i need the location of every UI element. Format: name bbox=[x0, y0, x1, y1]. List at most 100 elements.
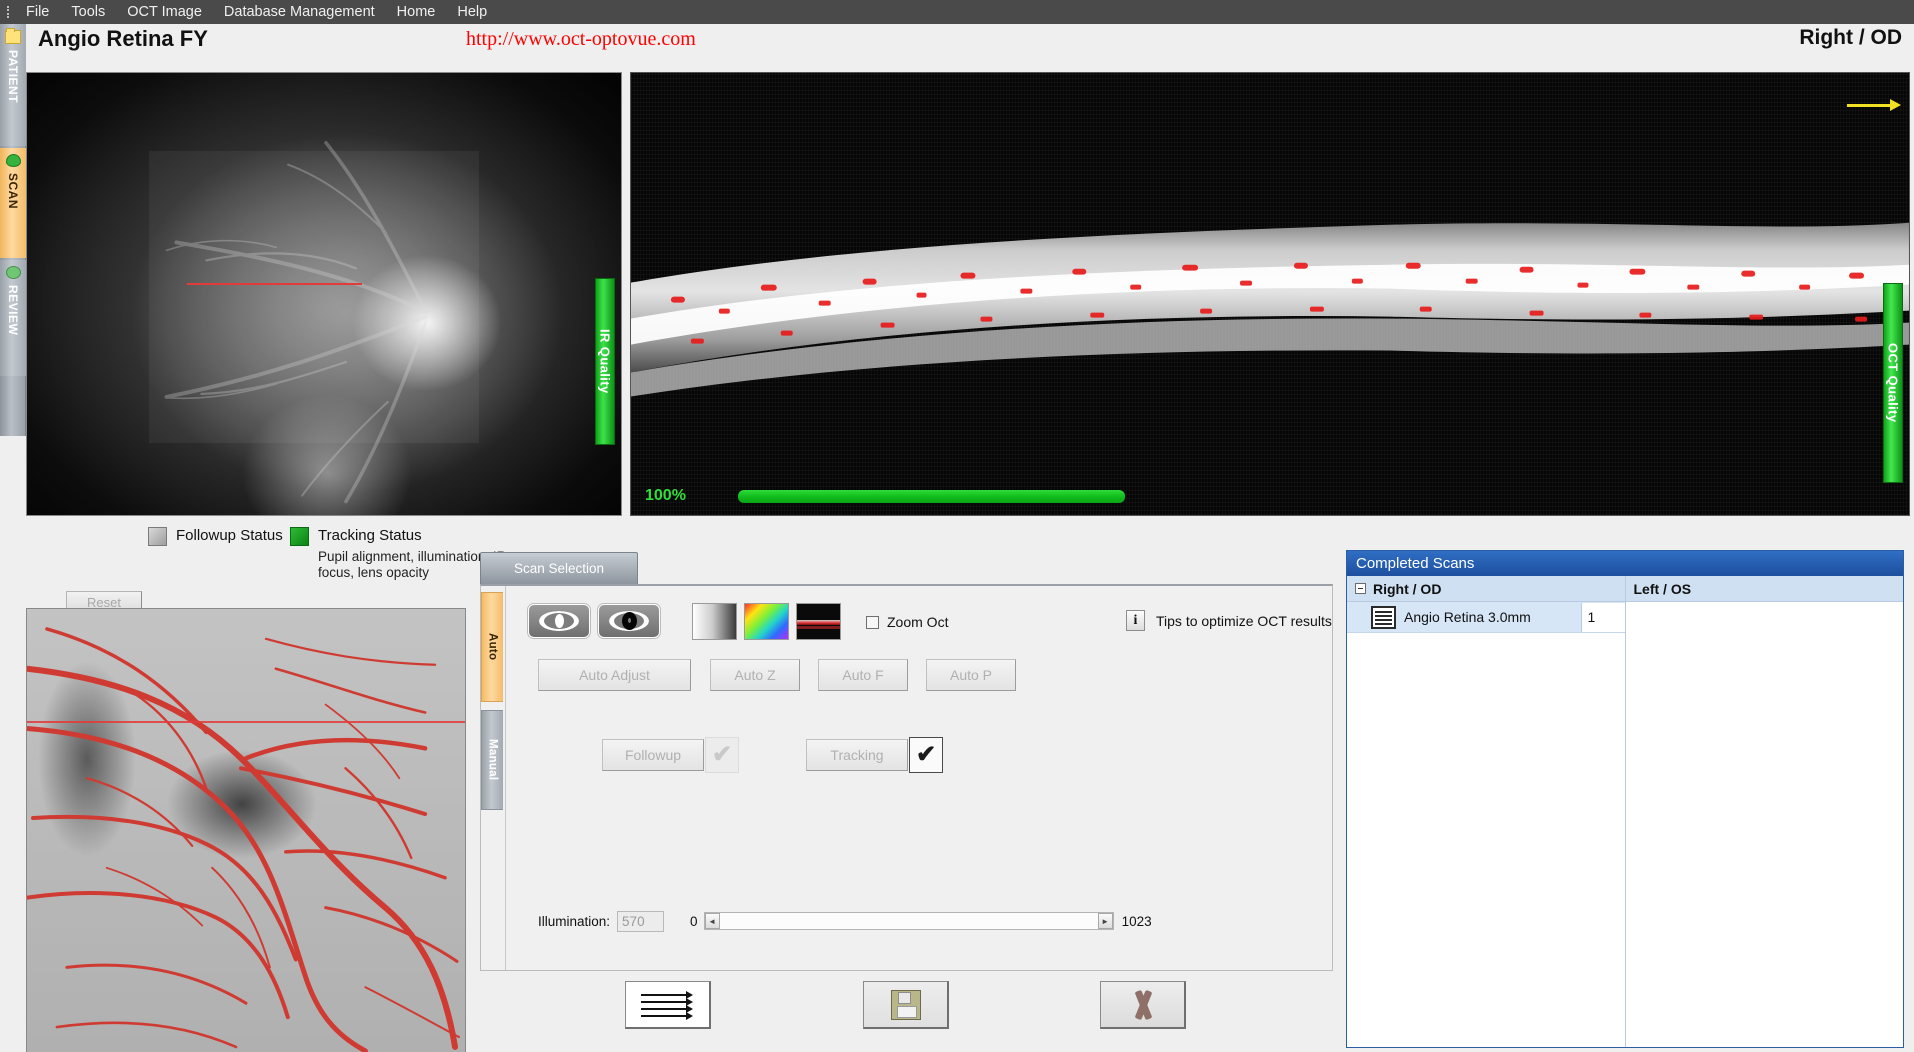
auto-p-button[interactable]: Auto P bbox=[926, 659, 1016, 691]
completed-scans-column-left: Left / OS bbox=[1625, 576, 1903, 1047]
menu-item-file[interactable]: File bbox=[15, 1, 60, 23]
eye-pupil-icon bbox=[609, 611, 649, 631]
illumination-min-label: 0 bbox=[690, 913, 698, 929]
collapse-icon[interactable] bbox=[1355, 583, 1366, 594]
oct-retina-layers bbox=[631, 222, 1909, 397]
illumination-row: Illumination: 570 0 ◄ ► 1023 bbox=[538, 908, 1328, 934]
tracking-status-label: Tracking Status bbox=[318, 527, 422, 544]
scan-count: 1 bbox=[1580, 602, 1625, 632]
illumination-value-field[interactable]: 570 bbox=[617, 910, 665, 932]
eye-side-label: Right / OD bbox=[1799, 26, 1902, 49]
website-url[interactable]: http://www.oct-optovue.com bbox=[466, 28, 696, 51]
eye-review-icon bbox=[5, 266, 21, 279]
cancel-x-icon bbox=[1129, 989, 1157, 1020]
tab-scan-selection[interactable]: Scan Selection bbox=[480, 552, 638, 584]
rail-tab-patient-label: PATIENT bbox=[6, 50, 20, 104]
zoom-oct-checkbox[interactable] bbox=[866, 615, 879, 629]
eye-open-icon bbox=[539, 611, 579, 631]
followup-checkbox[interactable]: ✔ bbox=[705, 737, 739, 773]
slider-left-arrow-icon[interactable]: ◄ bbox=[704, 913, 720, 929]
navigation-rail: PATIENT SCAN REVIEW bbox=[0, 24, 26, 436]
followup-status-label: Followup Status bbox=[176, 527, 283, 544]
tab-manual[interactable]: Manual bbox=[481, 710, 503, 810]
cancel-button[interactable] bbox=[1100, 981, 1186, 1029]
column-header-left-os-label: Left / OS bbox=[1633, 580, 1692, 597]
grayscale-palette-thumbnail[interactable] bbox=[692, 603, 737, 640]
slider-right-arrow-icon[interactable]: ► bbox=[1097, 913, 1113, 929]
menu-grip-icon bbox=[4, 4, 13, 20]
panel-body: Zoom Oct i Tips to optimize OCT results … bbox=[505, 586, 1332, 970]
menu-item-oct-image[interactable]: OCT Image bbox=[116, 1, 213, 23]
page-title: Angio Retina FY bbox=[38, 26, 208, 51]
ir-quality-bar: IR Quality bbox=[595, 278, 615, 445]
auto-f-button[interactable]: Auto F bbox=[818, 659, 908, 691]
oct-bscan-image[interactable]: OCT Quality 100% bbox=[630, 72, 1910, 516]
tracking-button[interactable]: Tracking bbox=[806, 739, 908, 771]
direction-arrow-icon bbox=[1847, 99, 1901, 111]
menu-item-tools[interactable]: Tools bbox=[60, 1, 116, 23]
illumination-slider[interactable]: ◄ ► bbox=[703, 912, 1114, 930]
color-palette-thumbnail[interactable] bbox=[744, 603, 789, 640]
oct-application-window: File Tools OCT Image Database Management… bbox=[0, 0, 1914, 1052]
tab-manual-label: Manual bbox=[486, 739, 499, 781]
scan-line-marker[interactable] bbox=[187, 283, 362, 285]
folder-icon bbox=[5, 28, 21, 44]
menu-item-home[interactable]: Home bbox=[386, 1, 447, 23]
table-row[interactable]: Angio Retina 3.0mm 1 bbox=[1347, 602, 1625, 633]
rail-tab-patient[interactable]: PATIENT bbox=[0, 24, 26, 146]
tips-group[interactable]: i Tips to optimize OCT results bbox=[1126, 610, 1332, 631]
zoom-oct-label: Zoom Oct bbox=[887, 614, 949, 630]
floppy-save-icon bbox=[890, 989, 921, 1020]
rail-tab-scan[interactable]: SCAN bbox=[0, 148, 26, 258]
completed-scans-column-right: Right / OD Angio Retina 3.0mm 1 bbox=[1347, 576, 1626, 1047]
mode-vertical-tabs: Auto Manual bbox=[481, 592, 505, 852]
eye-icon bbox=[5, 154, 21, 167]
scan-control-panel: Auto Manual Zoom Oct i Tips to optimize … bbox=[480, 584, 1333, 971]
scan-name: Angio Retina 3.0mm bbox=[1404, 609, 1531, 625]
header-bar: Angio Retina FY http://www.oct-optovue.c… bbox=[26, 24, 1914, 51]
illumination-max-label: 1023 bbox=[1121, 913, 1152, 929]
completed-scans-columns: Right / OD Angio Retina 3.0mm 1 Left / O… bbox=[1347, 576, 1903, 1047]
info-icon[interactable]: i bbox=[1126, 610, 1145, 631]
save-button[interactable] bbox=[863, 981, 949, 1029]
action-button-row bbox=[480, 975, 1333, 1043]
completed-scans-title: Completed Scans bbox=[1347, 551, 1903, 576]
tab-auto-label: Auto bbox=[486, 633, 499, 661]
eye-pupil-button[interactable] bbox=[598, 604, 660, 638]
completed-scans-panel: Completed Scans Right / OD Angio Retina … bbox=[1346, 550, 1904, 1048]
zoom-oct-checkbox-group[interactable]: Zoom Oct bbox=[866, 614, 948, 630]
tracking-checkbox[interactable]: ✔ bbox=[909, 737, 943, 773]
illumination-label: Illumination: bbox=[538, 913, 611, 929]
oct-preview-thumbnail[interactable] bbox=[796, 603, 841, 640]
column-header-right-od[interactable]: Right / OD bbox=[1347, 576, 1625, 602]
slider-track[interactable] bbox=[719, 913, 1098, 929]
tips-label: Tips to optimize OCT results bbox=[1156, 612, 1332, 629]
rail-tab-review[interactable]: REVIEW bbox=[0, 260, 26, 376]
menu-bar: File Tools OCT Image Database Management… bbox=[0, 0, 1914, 24]
menu-item-help[interactable]: Help bbox=[446, 1, 498, 23]
auto-adjust-button[interactable]: Auto Adjust bbox=[538, 659, 691, 691]
ir-fundus-image[interactable]: IR Quality bbox=[26, 72, 622, 516]
tracking-status-swatch bbox=[290, 527, 309, 546]
column-header-left-os[interactable]: Left / OS bbox=[1625, 576, 1903, 602]
menu-item-database-management[interactable]: Database Management bbox=[213, 1, 386, 23]
eye-open-button[interactable] bbox=[528, 604, 590, 638]
oct-quality-bar: OCT Quality bbox=[1883, 283, 1903, 483]
scan-region-box bbox=[149, 151, 479, 443]
scan-thumbnail-icon bbox=[1371, 605, 1396, 629]
oct-quality-indicator bbox=[738, 490, 1125, 503]
tab-auto[interactable]: Auto bbox=[481, 592, 503, 702]
ir-quality-label: IR Quality bbox=[597, 329, 613, 394]
scan-lines-icon bbox=[640, 990, 695, 1020]
angiography-enface-image[interactable] bbox=[26, 608, 466, 1052]
auto-z-button[interactable]: Auto Z bbox=[710, 659, 800, 691]
angio-scan-line bbox=[27, 721, 465, 723]
oct-signal-percent: 100% bbox=[645, 487, 686, 504]
rail-tab-review-label: REVIEW bbox=[6, 285, 20, 336]
column-header-right-od-label: Right / OD bbox=[1373, 580, 1442, 597]
followup-button[interactable]: Followup bbox=[602, 739, 704, 771]
angio-vessel-network bbox=[27, 627, 461, 1052]
scan-lines-button[interactable] bbox=[625, 981, 711, 1029]
rail-tab-scan-label: SCAN bbox=[6, 173, 20, 210]
oct-quality-label: OCT Quality bbox=[1885, 343, 1901, 423]
